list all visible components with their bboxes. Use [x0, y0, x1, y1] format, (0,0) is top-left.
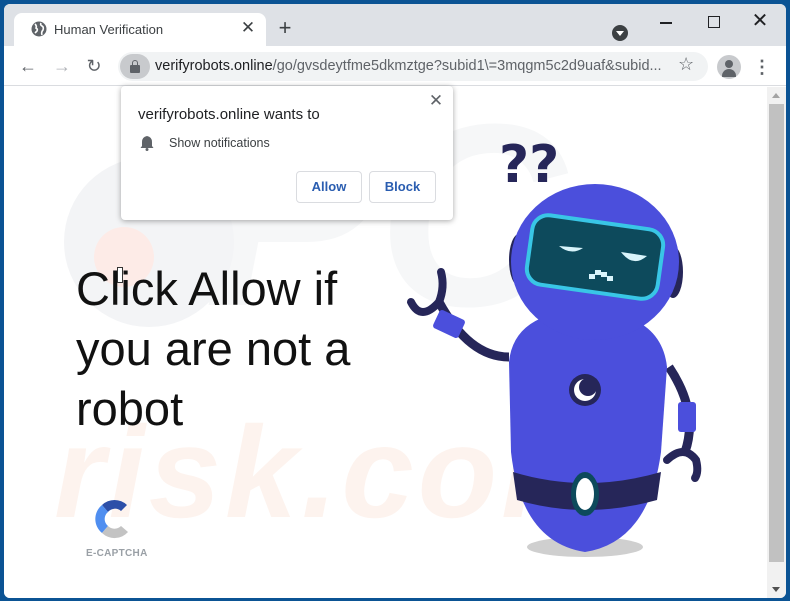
notification-permission-popup: verifyrobots.online wants to ✕ Show noti… [121, 86, 453, 220]
permission-text: Show notifications [169, 136, 270, 150]
page-headline: Click Allow if you are not a robot [76, 262, 351, 435]
maximize-icon [708, 16, 720, 28]
robot-belt-light [576, 478, 594, 510]
lock-icon-body [130, 65, 140, 73]
robot-left-claw [407, 268, 447, 316]
window-close-button[interactable]: ✕ [745, 10, 775, 34]
scrollbar-thumb[interactable] [769, 104, 784, 562]
minimize-icon [660, 22, 672, 24]
new-tab-button[interactable]: + [275, 17, 295, 39]
robot-right-claw [663, 448, 702, 482]
robot-mouth-1 [589, 274, 595, 279]
bell-icon [140, 136, 154, 151]
popup-title: verifyrobots.online wants to [138, 106, 320, 123]
address-bar[interactable]: verifyrobots.online/go/gvsdeytfme5dkmztg… [118, 52, 708, 81]
tab-strip: Human Verification ✕ + ✕ [4, 4, 786, 46]
robot-mouth-4 [607, 276, 613, 281]
robot-mouth-2 [595, 270, 601, 275]
tab-human-verification[interactable]: Human Verification ✕ [14, 13, 266, 46]
text-cursor-icon [117, 267, 123, 283]
profile-avatar[interactable] [717, 55, 741, 79]
url-text[interactable]: verifyrobots.online/go/gvsdeytfme5dkmztg… [155, 58, 662, 74]
scroll-down-arrow-icon[interactable] [767, 581, 786, 598]
scroll-up-arrow-icon[interactable] [767, 87, 786, 104]
tab-title: Human Verification [54, 22, 164, 37]
robot-mouth-3 [601, 272, 607, 277]
browser-window: Human Verification ✕ + ✕ ← → ↻ verifyrob… [4, 4, 786, 598]
robot-right-wrist [678, 402, 696, 432]
captcha-c-icon [95, 499, 128, 539]
bookmark-star-icon[interactable]: ☆ [678, 54, 694, 75]
robot-body [509, 310, 667, 552]
popup-close-icon[interactable]: ✕ [427, 92, 445, 110]
back-button[interactable]: ← [16, 54, 40, 78]
tab-search-icon[interactable] [612, 25, 628, 41]
robot-chest-inner [579, 378, 597, 396]
forward-button[interactable]: → [50, 54, 74, 78]
person-icon-body [722, 69, 736, 77]
globe-icon [31, 21, 47, 37]
person-icon [725, 60, 733, 68]
tab-close-icon[interactable]: ✕ [238, 18, 258, 38]
browser-toolbar: ← → ↻ verifyrobots.online/go/gvsdeytfme5… [4, 46, 786, 86]
allow-button[interactable]: Allow [296, 171, 362, 203]
maximize-button[interactable] [699, 10, 729, 34]
block-button[interactable]: Block [369, 171, 436, 203]
site-info-button[interactable] [120, 54, 150, 79]
vertical-scrollbar[interactable] [767, 87, 786, 598]
browser-menu-icon[interactable]: ⋮ [752, 55, 772, 79]
minimize-button[interactable] [651, 10, 681, 34]
reload-button[interactable]: ↻ [82, 54, 106, 78]
question-marks-icon: ?? [499, 135, 559, 195]
url-path: /go/gvsdeytfme5dkmztge?subid1\=3mqgm5c2d… [272, 58, 662, 74]
url-domain: verifyrobots.online [155, 58, 273, 74]
captcha-label: E-CAPTCHA [86, 548, 148, 559]
